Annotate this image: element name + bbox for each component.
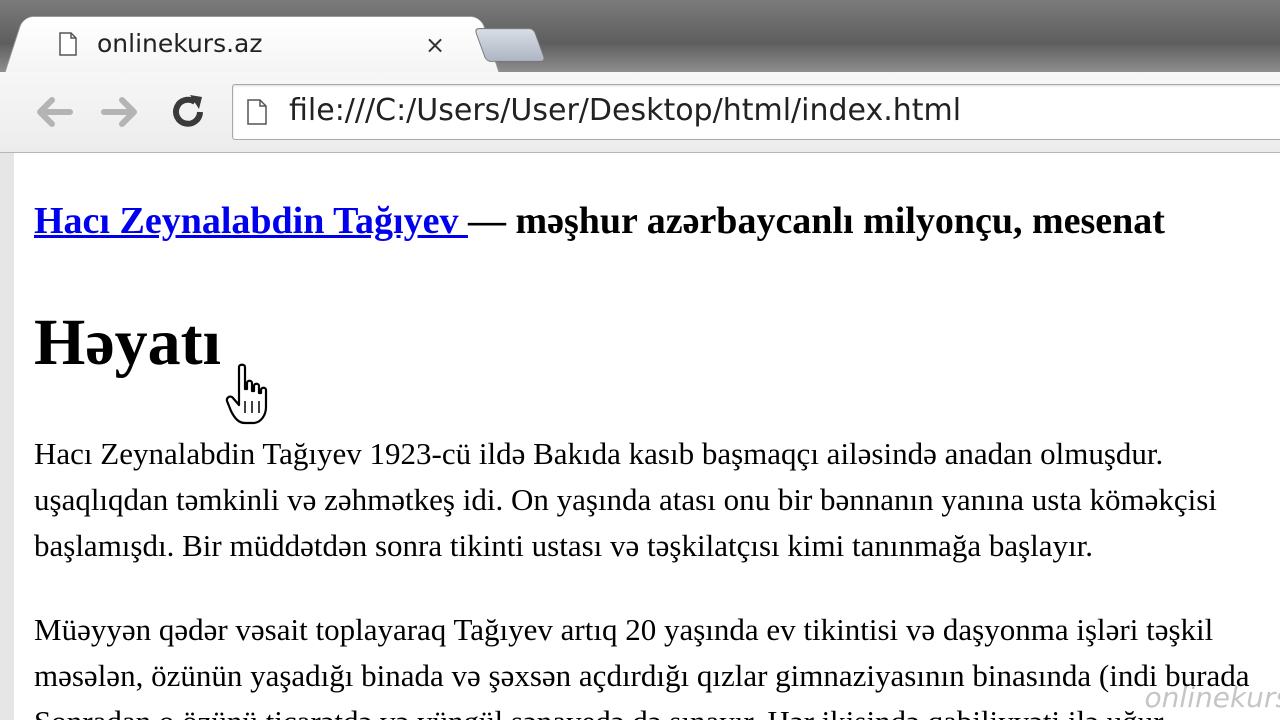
paragraph-1: Hacı Zeynalabdin Tağıyev 1923-cü ildə Ba… [34, 431, 1217, 569]
paragraph-line: məsələn, özünün yaşadığı binada və şəxsə… [34, 658, 1250, 693]
back-arrow-icon [37, 97, 73, 127]
person-link[interactable]: Hacı Zeynalabdin Tağıyev [34, 200, 468, 242]
reload-button[interactable] [164, 88, 212, 136]
tab-title: onlinekurs.az [97, 29, 263, 58]
tab-strip: onlinekurs.az × [0, 0, 1280, 75]
tab-active[interactable]: onlinekurs.az × [22, 16, 482, 75]
tab-close-icon[interactable]: × [425, 31, 445, 59]
forward-button[interactable] [96, 88, 144, 136]
paragraph-line: başlamışdı. Bir müddətdən sonra tikinti … [34, 528, 1093, 563]
toolbar: file:///C:/Users/User/Desktop/html/index… [0, 72, 1280, 153]
page-viewport[interactable]: Hacı Zeynalabdin Tağıyev — məşhur azərba… [0, 153, 1280, 720]
intro-text: — məşhur azərbaycanlı milyonçu, mesenat [467, 200, 1165, 242]
new-tab-button[interactable] [473, 28, 547, 62]
page-icon [59, 32, 77, 56]
intro-line: Hacı Zeynalabdin Tağıyev — məşhur azərba… [34, 199, 1165, 243]
paragraph-2: Müəyyən qədər vəsait toplayaraq Tağıyev … [34, 607, 1250, 720]
paragraph-line: Sonradan o özünü ticarətdə və yüngül sən… [34, 699, 1250, 720]
watermark: onlinekurs [1144, 681, 1280, 714]
page-icon [247, 99, 267, 125]
paragraph-line: Müəyyən qədər vəsait toplayaraq Tağıyev … [34, 612, 1214, 647]
address-bar[interactable]: file:///C:/Users/User/Desktop/html/index… [232, 84, 1280, 140]
reload-icon [173, 95, 203, 127]
back-button[interactable] [30, 88, 78, 136]
paragraph-line: uşaqlıqdan təmkinli və zəhmətkeş idi. On… [34, 482, 1217, 517]
forward-arrow-icon [101, 97, 137, 127]
paragraph-line: Hacı Zeynalabdin Tağıyev 1923-cü ildə Ba… [34, 436, 1164, 471]
section-heading: Həyatı [34, 306, 221, 379]
address-bar-url[interactable]: file:///C:/Users/User/Desktop/html/index… [289, 93, 961, 128]
browser-window: onlinekurs.az × file:///C:/Users/User/De… [0, 0, 1280, 720]
hand-cursor-icon [225, 363, 268, 425]
